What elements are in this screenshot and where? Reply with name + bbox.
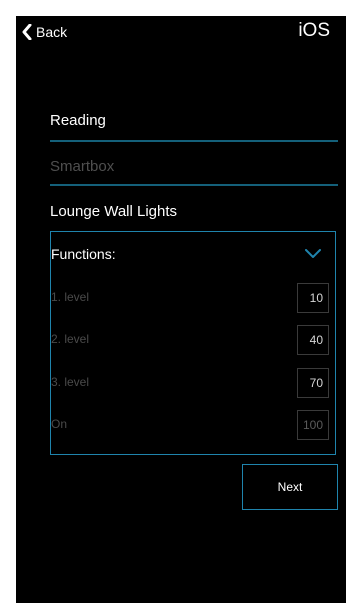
light-name: Lounge Wall Lights [50, 203, 178, 220]
reading-item[interactable]: Reading [50, 112, 338, 129]
back-label: Back [36, 24, 68, 40]
function-value-input[interactable]: 70 [297, 368, 329, 398]
function-label: On [51, 417, 68, 431]
function-label: 1. level [51, 290, 90, 304]
device-item[interactable]: Smartbox [50, 158, 338, 175]
function-row-level-1: 1. level 10 [51, 283, 335, 313]
function-label: 2. level [51, 332, 90, 346]
functions-title[interactable]: Functions: [51, 246, 116, 262]
function-value-input[interactable]: 10 [297, 283, 329, 313]
function-value-input[interactable]: 100 [297, 410, 329, 440]
reading-divider [50, 140, 338, 142]
back-button[interactable]: Back [22, 24, 67, 40]
next-button[interactable]: Next [242, 464, 338, 510]
function-row-on: On 100 [51, 410, 335, 440]
app-screen: Back iOS Reading Smartbox Lounge Wall Li… [16, 16, 346, 603]
functions-panel: Functions: 1. level 10 2. level 40 3. le… [50, 231, 336, 455]
function-row-level-3: 3. level 70 [51, 368, 335, 398]
function-value-input[interactable]: 40 [297, 325, 329, 355]
chevron-left-icon [22, 24, 32, 40]
platform-label: iOS [298, 20, 330, 41]
device-divider [50, 184, 338, 186]
function-label: 3. level [51, 375, 90, 389]
chevron-down-icon[interactable] [305, 246, 321, 264]
function-row-level-2: 2. level 40 [51, 325, 335, 355]
